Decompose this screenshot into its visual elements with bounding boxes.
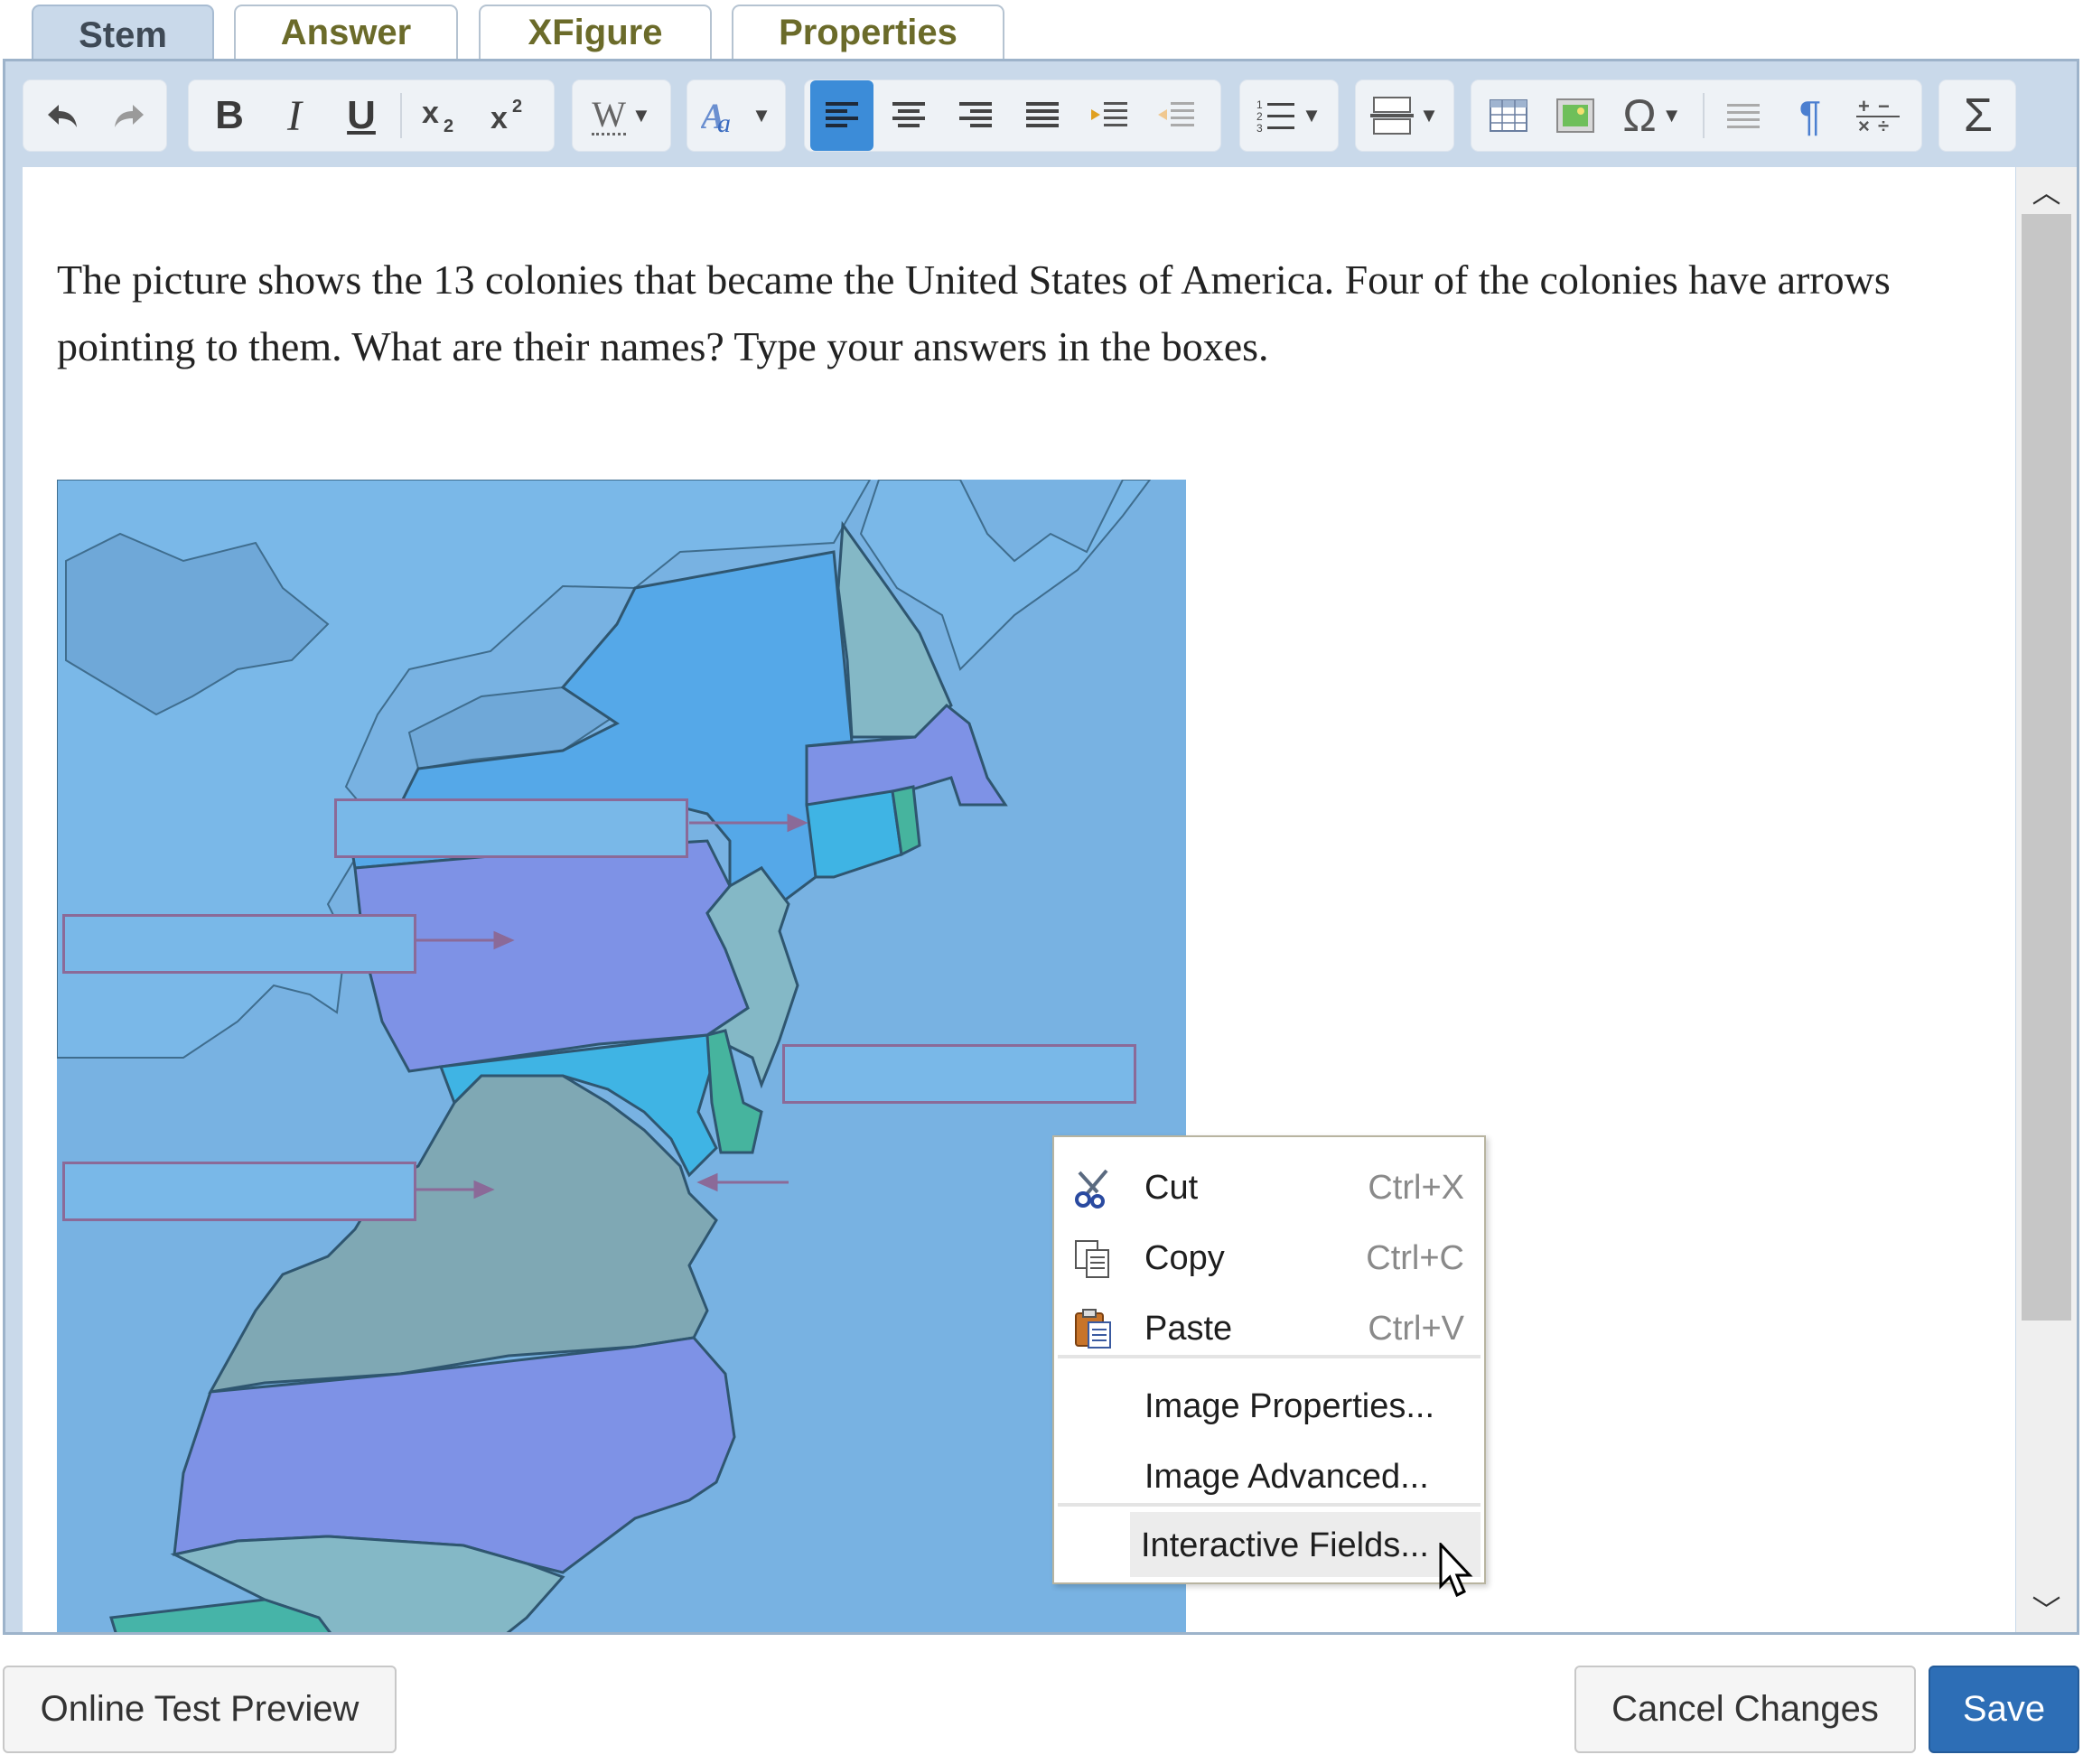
scrollbar-thumb[interactable] [2022, 214, 2071, 1321]
subscript-icon[interactable]: x2 [411, 80, 476, 151]
sigma-icon[interactable]: Σ [1947, 80, 2010, 151]
align-left-icon[interactable] [810, 80, 873, 151]
rich-text-editor: B I U x2 x2 W ▼ Aa ▼ 1 2 3 ▼ ▼ Ω ▼ ¶ + −… [3, 59, 2079, 1635]
menu-item-shortcut: Ctrl+X [1368, 1169, 1464, 1207]
menu-item-label: Copy [1144, 1239, 1225, 1277]
menu-item-cut[interactable]: Cut Ctrl+X [1058, 1154, 1481, 1219]
svg-text:a: a [717, 108, 731, 135]
stem-text[interactable]: The picture shows the 13 colonies that b… [57, 247, 2008, 380]
font-group: W ▼ [572, 79, 671, 152]
menu-item-label: Paste [1144, 1310, 1233, 1348]
tab-stem[interactable]: Stem [32, 5, 214, 64]
vertical-scrollbar[interactable]: ︿ ﹀ [2016, 167, 2077, 1632]
editor-tabs: Stem Answer XFigure Properties [0, 0, 2083, 64]
save-button[interactable]: Save [1929, 1666, 2079, 1753]
align-right-icon[interactable] [944, 80, 1007, 151]
svg-text:2: 2 [444, 117, 453, 135]
text-style-icon[interactable]: Aa ▼ [691, 80, 781, 151]
superscript-icon[interactable]: x2 [480, 80, 545, 151]
undo-icon[interactable] [31, 80, 94, 151]
menu-item-paste[interactable]: Paste Ctrl+V [1058, 1295, 1481, 1360]
tab-properties[interactable]: Properties [732, 5, 1004, 59]
numbered-list-icon[interactable]: 1 2 3 ▼ [1244, 80, 1334, 151]
underline-icon[interactable]: U [330, 80, 393, 151]
scroll-up-icon[interactable]: ︿ [2016, 167, 2077, 214]
answer-field-2[interactable] [62, 914, 416, 974]
align-justify-icon[interactable] [1011, 80, 1074, 151]
menu-separator [1058, 1503, 1481, 1507]
italic-icon[interactable]: I [263, 80, 326, 151]
math-ops-icon[interactable]: + − × ÷ [1845, 80, 1910, 151]
context-menu: Cut Ctrl+X Copy Ctrl+C Paste Ctrl+V Imag… [1052, 1135, 1486, 1584]
svg-text:×: × [1858, 115, 1870, 136]
menu-item-image-advanced[interactable]: Image Advanced... [1058, 1443, 1481, 1508]
equation-group: Σ [1938, 79, 2016, 152]
bold-icon[interactable]: B [198, 80, 261, 151]
alignment-group [804, 79, 1221, 152]
pilcrow-icon[interactable]: ¶ [1779, 80, 1842, 151]
editor-toolbar: B I U x2 x2 W ▼ Aa ▼ 1 2 3 ▼ ▼ Ω ▼ ¶ + −… [5, 61, 2077, 167]
redo-icon[interactable] [98, 80, 161, 151]
menu-item-copy[interactable]: Copy Ctrl+C [1058, 1225, 1481, 1290]
indent-icon[interactable] [1078, 80, 1141, 151]
svg-text:2: 2 [512, 97, 522, 117]
outdent-icon[interactable] [1144, 80, 1208, 151]
paragraph-icon[interactable] [1712, 80, 1775, 151]
menu-item-label: Image Properties... [1144, 1387, 1435, 1425]
font-icon[interactable]: W ▼ [576, 80, 667, 151]
style-group: Aa ▼ [687, 79, 786, 152]
objects-group: Ω ▼ ¶ + − × ÷ [1471, 79, 1922, 152]
answer-field-1[interactable] [334, 798, 688, 858]
scroll-down-icon[interactable]: ﹀ [2016, 1585, 2077, 1632]
svg-text:3: 3 [1256, 122, 1263, 134]
cancel-changes-button[interactable]: Cancel Changes [1574, 1666, 1916, 1753]
page-break-icon[interactable]: ▼ [1359, 80, 1450, 151]
svg-text:÷: ÷ [1878, 115, 1889, 136]
paste-icon [1075, 1309, 1111, 1349]
online-test-preview-button[interactable]: Online Test Preview [3, 1666, 397, 1753]
svg-text:2: 2 [1256, 110, 1263, 123]
menu-item-interactive-fields[interactable]: Interactive Fields... [1130, 1512, 1481, 1577]
tab-xfigure[interactable]: XFigure [479, 5, 712, 59]
svg-text:x: x [422, 96, 439, 130]
align-center-icon[interactable] [877, 80, 940, 151]
answer-field-4[interactable] [62, 1162, 416, 1221]
svg-text:1: 1 [1256, 98, 1263, 111]
scissors-icon [1075, 1169, 1108, 1209]
insert-group: ▼ [1355, 79, 1454, 152]
format-group: B I U x2 x2 [188, 79, 555, 152]
mouse-cursor-icon [1439, 1543, 1473, 1598]
svg-text:x: x [490, 101, 508, 135]
omega-icon[interactable]: Ω ▼ [1611, 80, 1694, 151]
tab-answer[interactable]: Answer [234, 5, 458, 59]
image-icon[interactable] [1544, 80, 1607, 151]
history-group [23, 79, 167, 152]
list-group: 1 2 3 ▼ [1239, 79, 1339, 152]
menu-item-image-properties[interactable]: Image Properties... [1058, 1373, 1481, 1438]
editor-content[interactable]: The picture shows the 13 colonies that b… [23, 167, 2015, 1632]
menu-separator [1058, 1355, 1481, 1358]
menu-item-shortcut: Ctrl+V [1368, 1310, 1464, 1348]
menu-item-label: Image Advanced... [1144, 1458, 1429, 1496]
menu-item-label: Interactive Fields... [1141, 1526, 1429, 1564]
answer-field-3[interactable] [782, 1044, 1136, 1104]
copy-icon [1075, 1240, 1109, 1278]
table-icon[interactable] [1477, 80, 1540, 151]
menu-item-shortcut: Ctrl+C [1366, 1239, 1464, 1277]
menu-item-label: Cut [1144, 1169, 1199, 1207]
